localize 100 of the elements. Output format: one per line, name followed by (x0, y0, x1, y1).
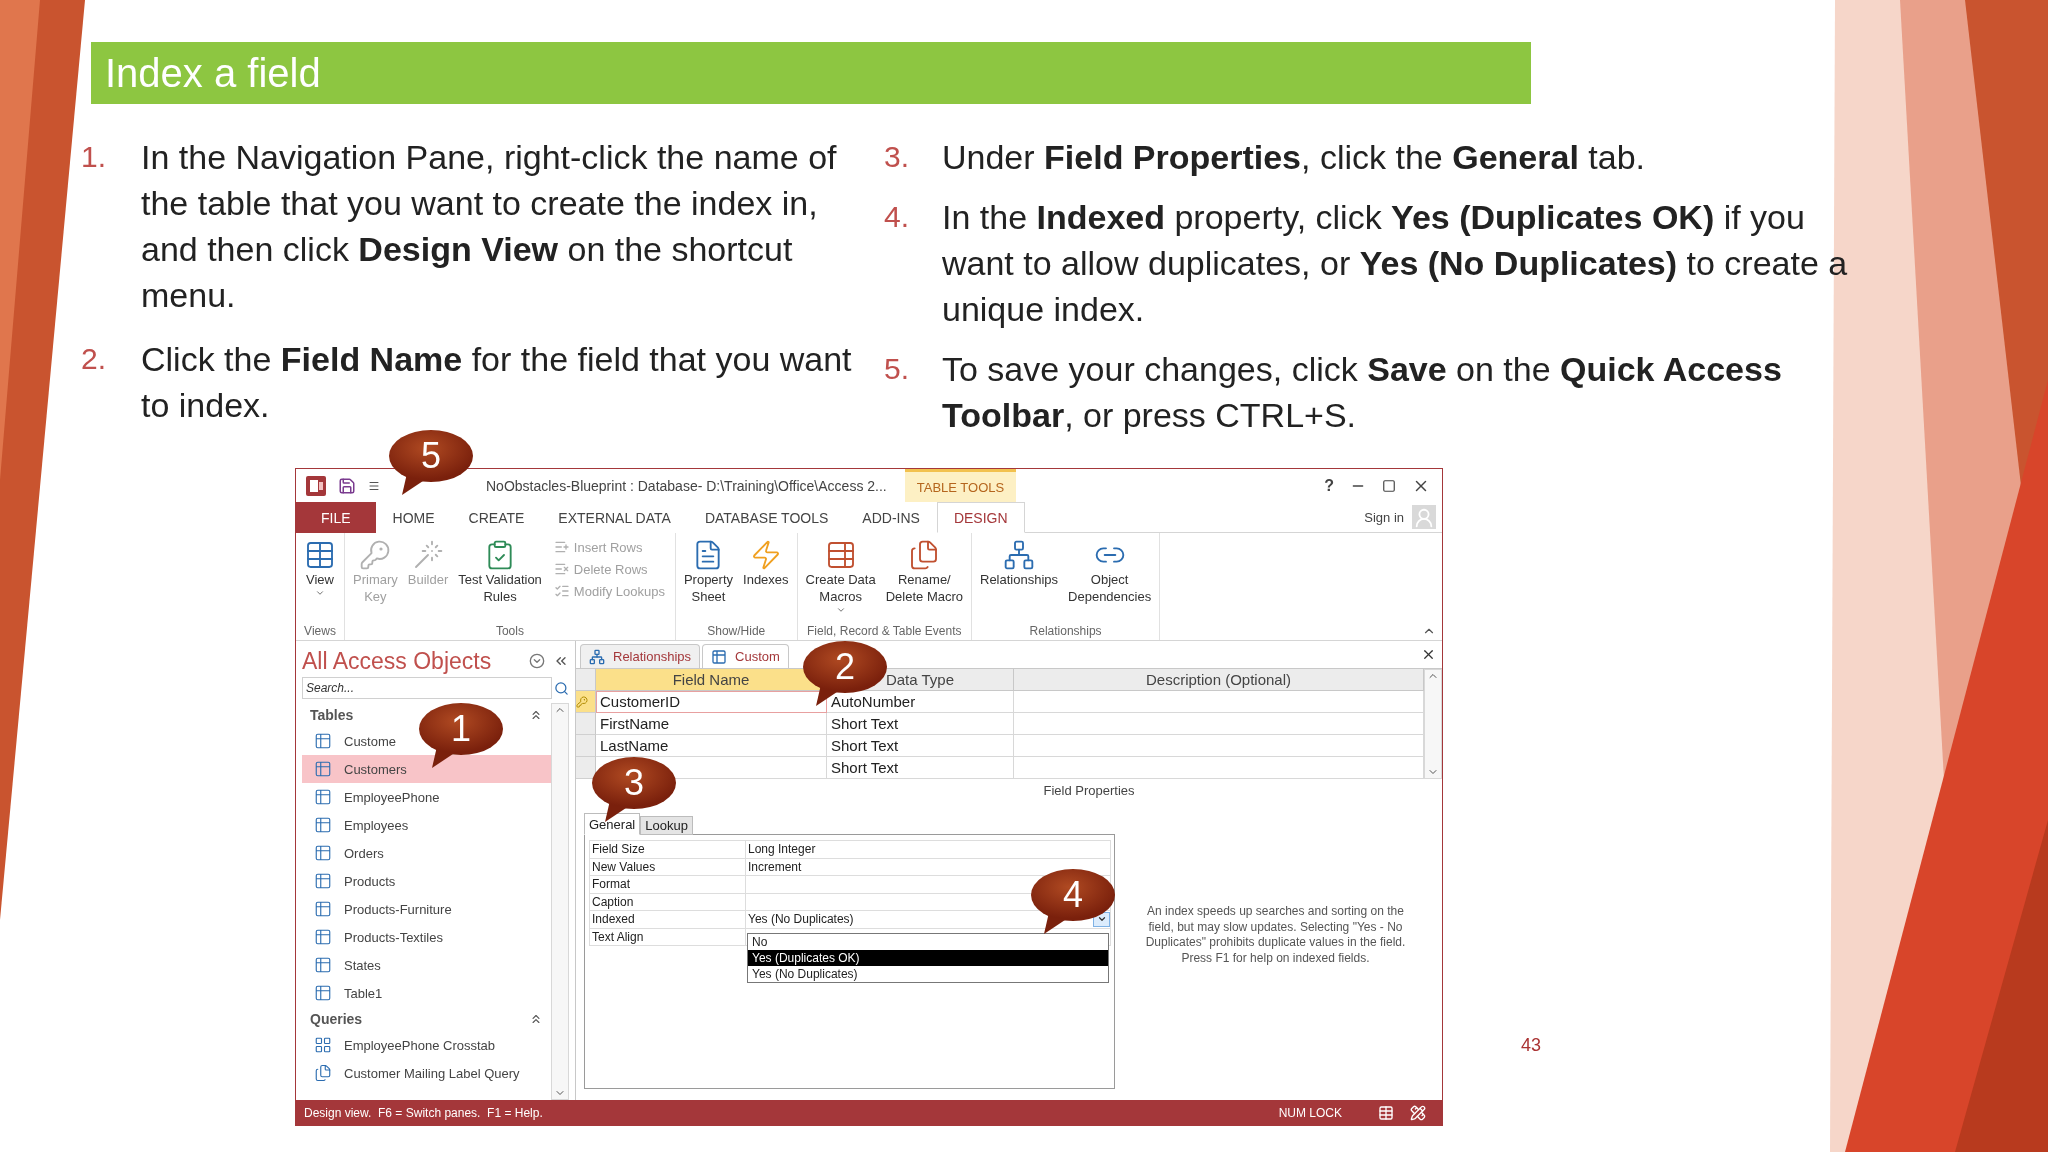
page-number: 43 (1521, 1035, 1542, 1056)
dropdown-icon[interactable] (529, 653, 545, 669)
property-name: Format (590, 876, 746, 894)
ribbon-button[interactable]: Indexes (739, 537, 793, 590)
table-icon (314, 760, 332, 778)
collapse-icon[interactable] (529, 1012, 543, 1026)
section-label: Field Properties (1042, 782, 1136, 800)
table-cell: CustomerID (596, 691, 827, 713)
ribbon-button[interactable]: Relationships (976, 537, 1063, 590)
table-icon (314, 900, 332, 918)
ribbon-button[interactable]: Create Data Macros (801, 537, 880, 617)
step-number: 1. (81, 139, 108, 175)
ribbon-tab[interactable]: FILE (296, 502, 376, 533)
slide-title: Index a field (91, 42, 1531, 104)
column-header: Description (Optional) (1014, 669, 1424, 691)
navigation-item[interactable]: States (302, 951, 551, 979)
navigation-item[interactable]: Orders (302, 839, 551, 867)
customize-icon[interactable] (368, 479, 380, 492)
step-number: 5. (884, 351, 911, 387)
table-icon (314, 928, 332, 946)
table-icon (711, 648, 728, 665)
table-icon (314, 732, 332, 750)
navigation-item[interactable]: EmployeePhone (302, 783, 551, 811)
search-icon (554, 680, 569, 696)
table-icon[interactable] (1378, 1104, 1394, 1121)
close-icon[interactable] (1421, 647, 1436, 662)
group-label: Relationships (1028, 623, 1103, 640)
help-text: An index speeds up searches and sorting on the field, but may slow updates. Selecting "Yes - No Duplicates" prohibits duplicate values in the field. Press F1 for help on indexed fields. (1144, 904, 1407, 967)
network-icon (589, 648, 605, 665)
maximize-icon[interactable] (1382, 478, 1396, 493)
section-header: Tables (310, 707, 354, 723)
step-text: In the Navigation Pane, right-click the name of the table that you want to create the index in, and then click Design View on the shortcut menu. (141, 137, 838, 316)
wand-icon (412, 539, 444, 571)
key-icon (359, 539, 392, 571)
group-label: Tools (494, 623, 525, 640)
network-icon (1003, 539, 1035, 571)
group-label: Field, Record & Table Events (806, 623, 963, 640)
app-logo-icon (306, 475, 326, 496)
step-text: To save your changes, click Save on the Quick Access Toolbar, or press CTRL+S. (942, 349, 1783, 436)
step-number: 2. (81, 341, 108, 377)
help-button[interactable]: ? (1324, 476, 1334, 495)
table-cell: LastName (596, 735, 827, 757)
context-tab-label: TABLE TOOLS (904, 469, 1017, 502)
property-name: New Values (590, 858, 746, 876)
table-icon (314, 984, 332, 1002)
row-selector[interactable] (576, 757, 596, 779)
table-icon (314, 816, 332, 834)
ribbon-button[interactable]: Property Sheet (679, 537, 738, 607)
status-text: Design view. F6 = Switch panes. F1 = Help. (304, 1105, 543, 1120)
ribbon-button[interactable]: Object Dependencies (1064, 537, 1156, 607)
search-field[interactable]: Search... (302, 677, 552, 699)
ruler-pencil-icon[interactable] (1410, 1104, 1426, 1121)
ribbon-button[interactable]: Test Validation Rules (454, 537, 546, 607)
window-title: NoObstacles-Blueprint : Database- D:\Training\Office\Access 2... (486, 477, 887, 494)
table-icon (314, 956, 332, 974)
list-plus-icon (553, 539, 570, 555)
table-cell: Short Text (827, 713, 1014, 735)
ribbon-tab[interactable]: DESIGN (936, 502, 1025, 533)
section-header: Queries (310, 1011, 363, 1027)
files-icon (314, 1064, 332, 1082)
list-check-icon (553, 583, 570, 599)
table-icon (314, 844, 332, 862)
navigation-item[interactable]: Products (302, 867, 551, 895)
step-text: Click the Field Name for the field that you want to index. (141, 339, 853, 426)
table-cell: FirstName (596, 713, 827, 735)
navigation-item[interactable]: EmployeePhone Crosstab (302, 1031, 551, 1059)
group-label: Show/Hide (706, 623, 767, 640)
save-icon[interactable] (338, 476, 356, 495)
ribbon-button[interactable]: View (300, 537, 340, 600)
navigation-item[interactable]: Customer Mailing Label Query (302, 1059, 551, 1087)
property-tab[interactable]: Lookup (640, 816, 693, 835)
step-text: Under Field Properties, click the General tab. (942, 137, 1646, 178)
sign-in-link[interactable]: Sign in (1364, 509, 1404, 525)
document-tab[interactable]: Relationships (580, 644, 701, 668)
property-name: Text Align (590, 928, 746, 946)
list-x-icon (553, 561, 570, 577)
step-number: 4. (884, 199, 911, 235)
table-cell: Short Text (827, 757, 1014, 779)
table-icon (314, 788, 332, 806)
table-icon (314, 872, 332, 890)
grid-icon (314, 1036, 332, 1054)
group-label: Views (303, 623, 337, 640)
step-number: 3. (884, 139, 911, 175)
navigation-item[interactable]: Products-Furniture (302, 895, 551, 923)
document-tab[interactable]: Custom (702, 644, 789, 668)
dropdown-option[interactable]: Yes (Duplicates OK) (748, 950, 1108, 966)
table-cell: Short Text (827, 735, 1014, 757)
navigation-item[interactable]: Employees (302, 811, 551, 839)
property-name: Field Size (590, 841, 746, 859)
property-name: Caption (590, 893, 746, 911)
collapse-icon[interactable] (529, 708, 543, 722)
status-indicator: NUM LOCK (1278, 1105, 1342, 1120)
property-tab[interactable]: General (584, 813, 641, 835)
step-text: In the Indexed property, click Yes (Duplicates OK) if you want to allow duplicates, or Yes (No Duplicates) to create a unique index. (942, 197, 1849, 330)
navigation-pane-title: All Access Objects (302, 647, 493, 675)
navigation-item[interactable]: Customers (302, 755, 551, 783)
navigation-item[interactable]: Table1 (302, 979, 551, 1007)
navigation-item[interactable]: Products-Textiles (302, 923, 551, 951)
ribbon-button[interactable]: Rename/ Delete Macro (881, 537, 967, 607)
property-name: Indexed (590, 911, 746, 929)
